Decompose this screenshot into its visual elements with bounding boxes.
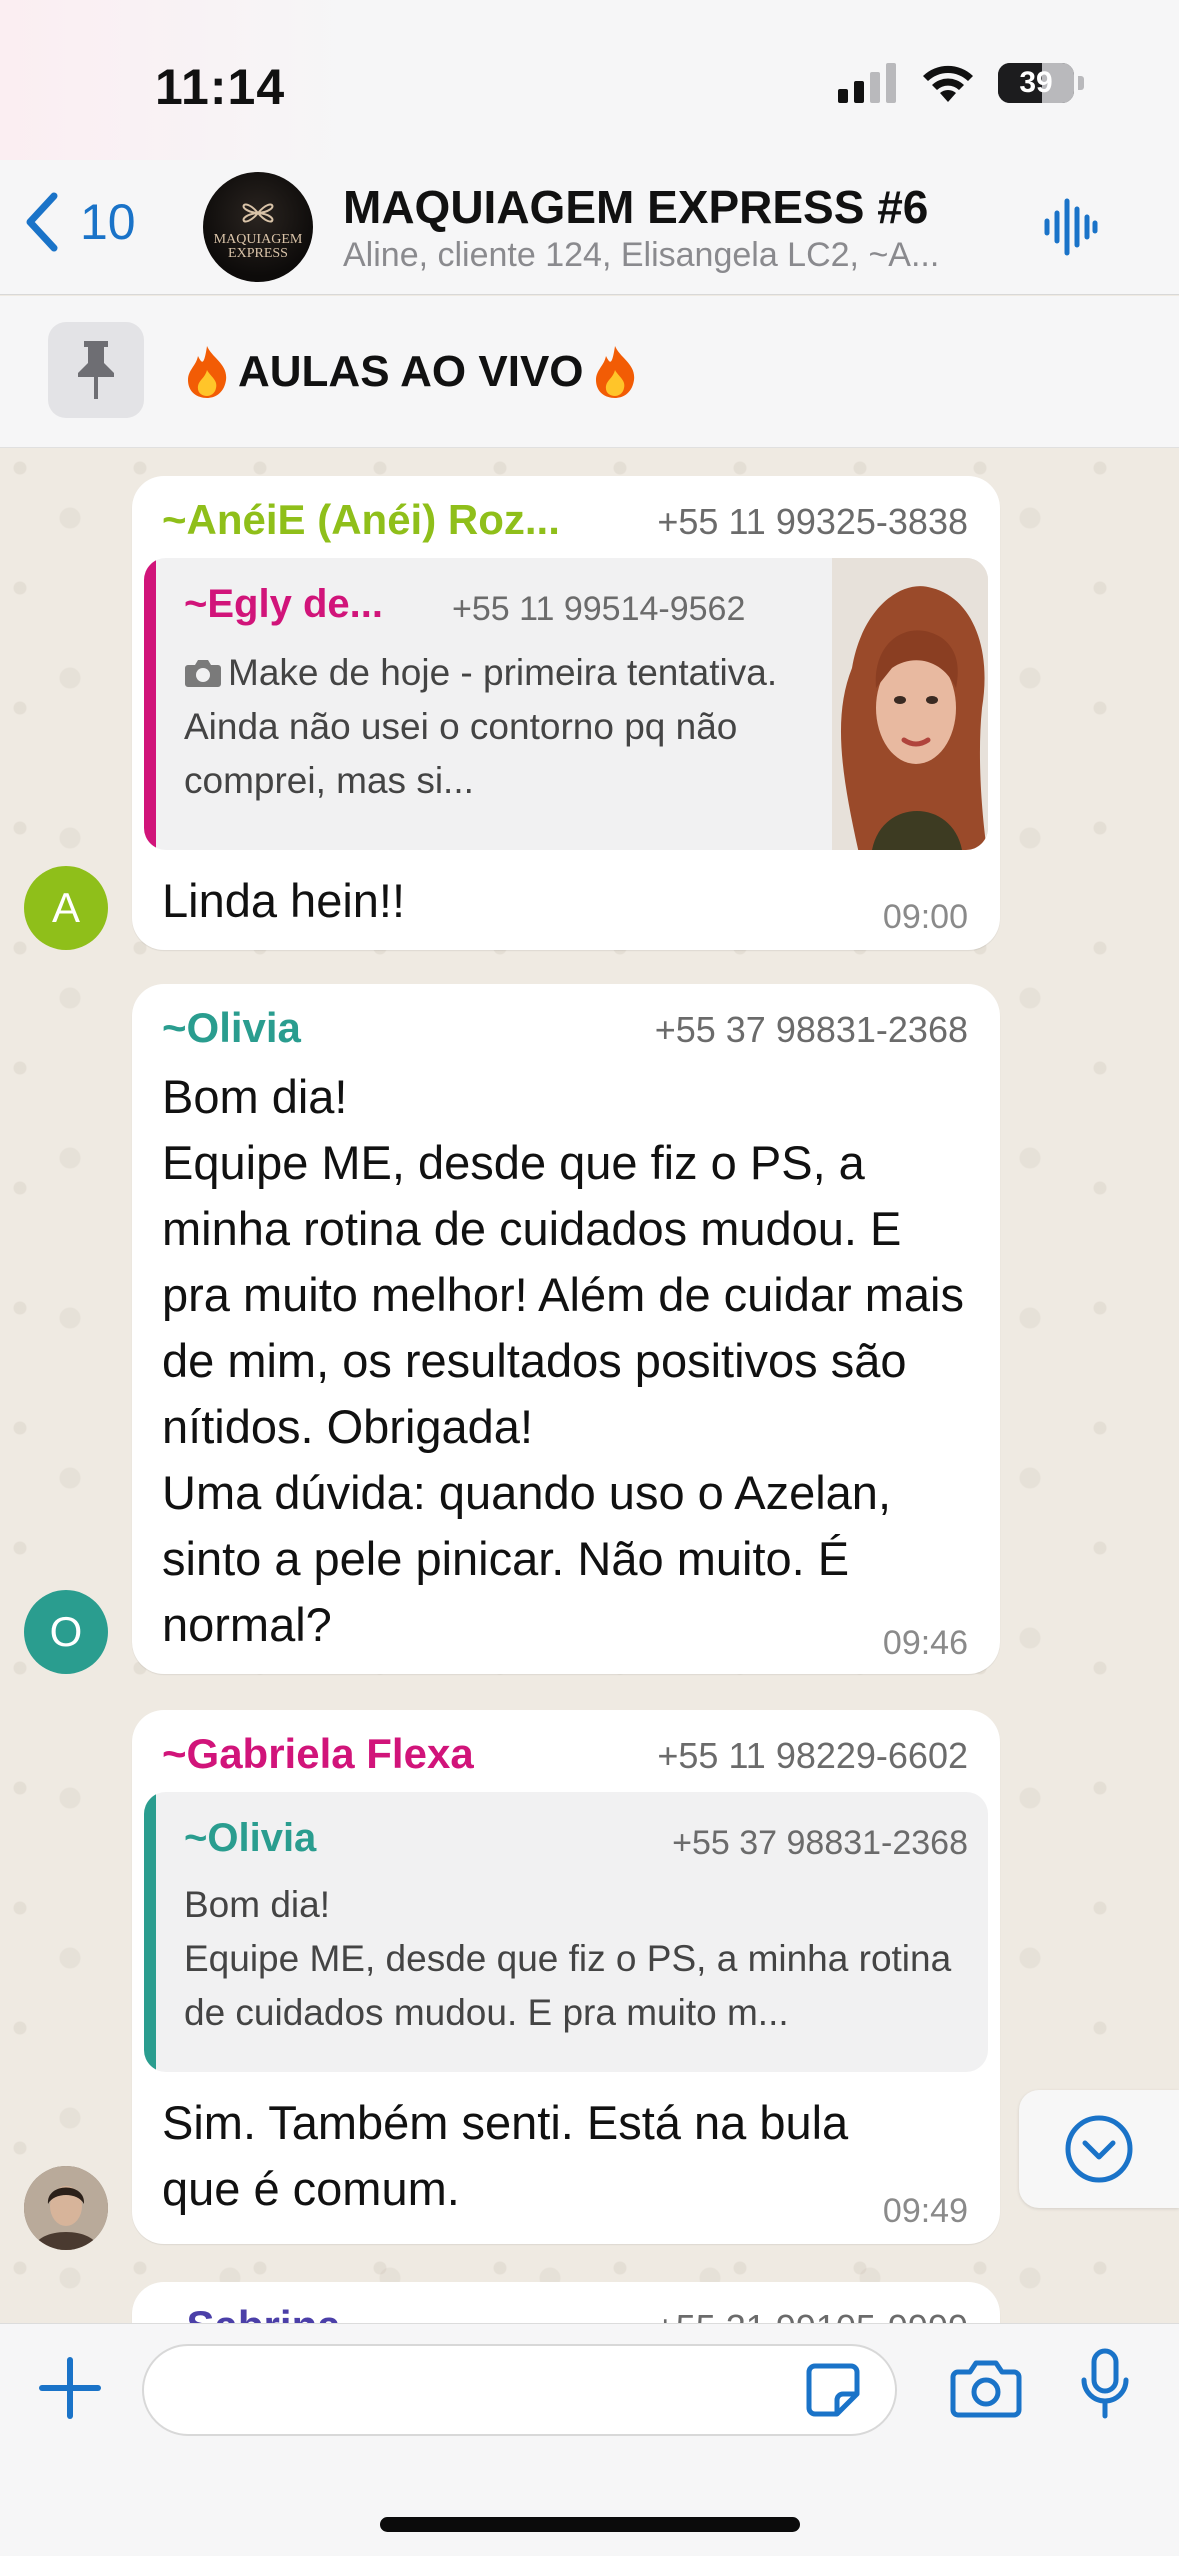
pinned-message-bar[interactable]: AULAS AO VIVO — [0, 296, 1179, 448]
status-time: 11:14 — [155, 59, 286, 115]
status-bar: 11:14 39 — [0, 0, 1179, 160]
group-avatar[interactable]: MAQUIAGEM EXPRESS — [203, 172, 313, 282]
message-text: Sim. Também senti. Está na bula que é co… — [162, 2096, 849, 2215]
sender-name[interactable]: ~Sabrina — [162, 2302, 341, 2323]
chevron-down-circle-icon — [1065, 2115, 1133, 2183]
microphone-icon[interactable] — [1080, 2348, 1130, 2420]
message-bubble[interactable]: ~AnéiE (Anéi) Roz... +55 11 99325-3838 ~… — [132, 476, 1000, 950]
sender-avatar-photo[interactable] — [24, 2166, 108, 2250]
message-bubble[interactable]: ~Gabriela Flexa +55 11 98229-6602 ~Olivi… — [132, 1710, 1000, 2244]
pin-icon-box — [48, 322, 144, 418]
sender-phone[interactable]: +55 21 99105-9999 — [655, 2307, 968, 2323]
message-time: 09:46 — [882, 1624, 968, 1662]
camera-icon — [185, 660, 221, 687]
message-text: Bom dia! Equipe ME, desde que fiz o PS, … — [162, 1070, 964, 1651]
quoted-message[interactable]: ~Egly de... +55 11 99514-9562 Make de ho… — [144, 558, 988, 850]
logo-text-2: EXPRESS — [228, 246, 288, 261]
sender-phone[interactable]: +55 37 98831-2368 — [655, 1009, 968, 1051]
quote-sender-phone: +55 37 98831-2368 — [672, 1824, 968, 1862]
home-indicator — [380, 2517, 800, 2532]
sender-avatar[interactable]: O — [24, 1590, 108, 1674]
chat-area[interactable]: ~AnéiE (Anéi) Roz... +55 11 99325-3838 ~… — [0, 448, 1179, 2323]
avatar-photo-image — [24, 2166, 108, 2250]
logo-icon — [242, 203, 274, 223]
battery-indicator: 39 — [998, 63, 1074, 103]
sender-phone[interactable]: +55 11 98229-6602 — [657, 1735, 968, 1777]
sender-name[interactable]: ~Olivia — [162, 1004, 301, 1052]
pinned-title: AULAS AO VIVO — [182, 344, 640, 400]
back-button[interactable]: 10 — [22, 190, 136, 254]
status-icons: 39 — [838, 62, 1084, 104]
audio-call-icon[interactable] — [1043, 195, 1099, 259]
quote-photo-thumbnail — [832, 558, 988, 850]
pinned-label: AULAS AO VIVO — [238, 347, 584, 396]
quote-sender-name: ~Olivia — [184, 1816, 317, 1860]
quote-sender-name: ~Egly de... — [184, 582, 383, 626]
group-title[interactable]: MAQUIAGEM EXPRESS #6 — [343, 180, 928, 234]
wifi-icon — [923, 65, 973, 102]
fire-icon — [188, 346, 227, 398]
logo-text-1: MAQUIAGEM — [213, 232, 303, 247]
sender-name[interactable]: ~AnéiE (Anéi) Roz... — [162, 496, 560, 544]
sender-avatar[interactable]: A — [24, 866, 108, 950]
quote-sender-phone: +55 11 99514-9562 — [452, 590, 746, 628]
unread-count: 10 — [80, 194, 136, 250]
message-time: 09:00 — [882, 898, 968, 936]
portrait-image — [832, 558, 988, 850]
message-bubble[interactable]: ~Olivia +55 37 98831-2368 Bom dia! Equip… — [132, 984, 1000, 1674]
quote-text: Bom dia! Equipe ME, desde que fiz o PS, … — [184, 1884, 952, 2033]
quote-text: Make de hoje - primeira tentativa. Ainda… — [184, 652, 778, 801]
message-text: Linda hein!! — [162, 874, 406, 927]
message-input[interactable] — [142, 2344, 897, 2436]
message-bubble[interactable]: ~Sabrina +55 21 99105-9999 — [132, 2282, 1000, 2323]
sender-name[interactable]: ~Gabriela Flexa — [162, 1730, 474, 1778]
chat-header: 10 MAQUIAGEM EXPRESS MAQUIAGEM EXPRESS #… — [0, 160, 1179, 295]
scroll-to-bottom-button[interactable] — [1019, 2090, 1179, 2208]
quoted-message[interactable]: ~Olivia +55 37 98831-2368 Bom dia! Equip… — [144, 1792, 988, 2072]
fire-icon — [595, 346, 634, 398]
group-members[interactable]: Aline, cliente 124, Elisangela LC2, ~A..… — [343, 236, 939, 275]
pin-icon — [78, 341, 114, 399]
camera-icon[interactable] — [950, 2358, 1022, 2418]
quote-bar — [144, 1792, 156, 2072]
chevron-left-icon — [26, 192, 58, 252]
sender-phone[interactable]: +55 11 99325-3838 — [657, 501, 968, 543]
sticker-icon[interactable] — [805, 2362, 861, 2418]
quote-bar — [144, 558, 156, 850]
message-time: 09:49 — [882, 2192, 968, 2230]
signal-icon — [838, 63, 896, 103]
plus-icon[interactable] — [38, 2356, 102, 2420]
message-input-bar — [0, 2323, 1179, 2556]
